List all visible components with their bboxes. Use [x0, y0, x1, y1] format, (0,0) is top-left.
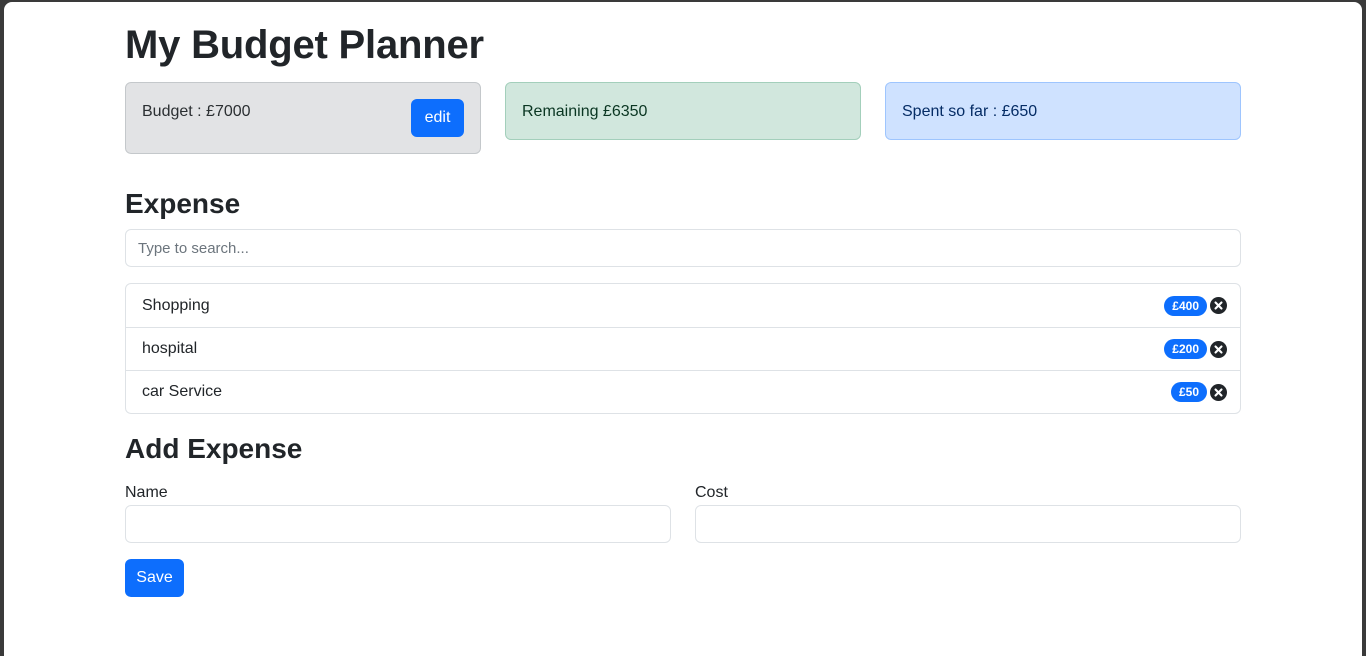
budget-card: Budget : £7000 edit	[125, 82, 481, 154]
list-item: Shopping £400	[126, 284, 1240, 327]
expense-name: Shopping	[142, 296, 210, 314]
expense-name: hospital	[142, 340, 198, 357]
cost-label: Cost	[695, 484, 728, 501]
main-container: My Budget Planner Budget : £7000 edit Re…	[125, 2, 1241, 597]
name-field-group: Name	[125, 483, 671, 543]
remaining-text: Remaining £6350	[522, 103, 648, 120]
x-circle-icon[interactable]	[1210, 340, 1227, 358]
spent-card: Spent so far : £650	[885, 82, 1241, 140]
x-circle-icon[interactable]	[1210, 383, 1227, 401]
cost-input[interactable]	[695, 505, 1241, 543]
page-title: My Budget Planner	[125, 23, 484, 67]
add-expense-form: Name Cost	[125, 483, 1241, 543]
edit-budget-button[interactable]: edit	[411, 99, 464, 137]
expense-heading: Expense	[125, 188, 241, 219]
search-input[interactable]	[125, 229, 1241, 267]
save-button[interactable]: Save	[125, 559, 184, 597]
budget-text: Budget : £7000	[142, 103, 251, 120]
list-item: hospital £200	[126, 327, 1240, 370]
expense-list: Shopping £400 hospital £200 car Service …	[125, 283, 1241, 414]
add-expense-heading: Add Expense	[125, 433, 303, 464]
app-window: My Budget Planner Budget : £7000 edit Re…	[4, 2, 1362, 656]
name-label: Name	[125, 484, 168, 501]
expense-name: car Service	[142, 383, 223, 400]
list-item: car Service £50	[126, 370, 1240, 413]
cost-badge: £50	[1170, 382, 1207, 402]
name-input[interactable]	[125, 505, 671, 543]
cost-badge: £200	[1164, 339, 1207, 359]
spent-text: Spent so far : £650	[902, 103, 1038, 120]
summary-cards: Budget : £7000 edit Remaining £6350 Spen…	[125, 82, 1241, 154]
cost-badge: £400	[1164, 295, 1207, 316]
x-circle-icon[interactable]	[1210, 297, 1227, 314]
remaining-card: Remaining £6350	[505, 82, 861, 140]
cost-field-group: Cost	[695, 483, 1241, 543]
